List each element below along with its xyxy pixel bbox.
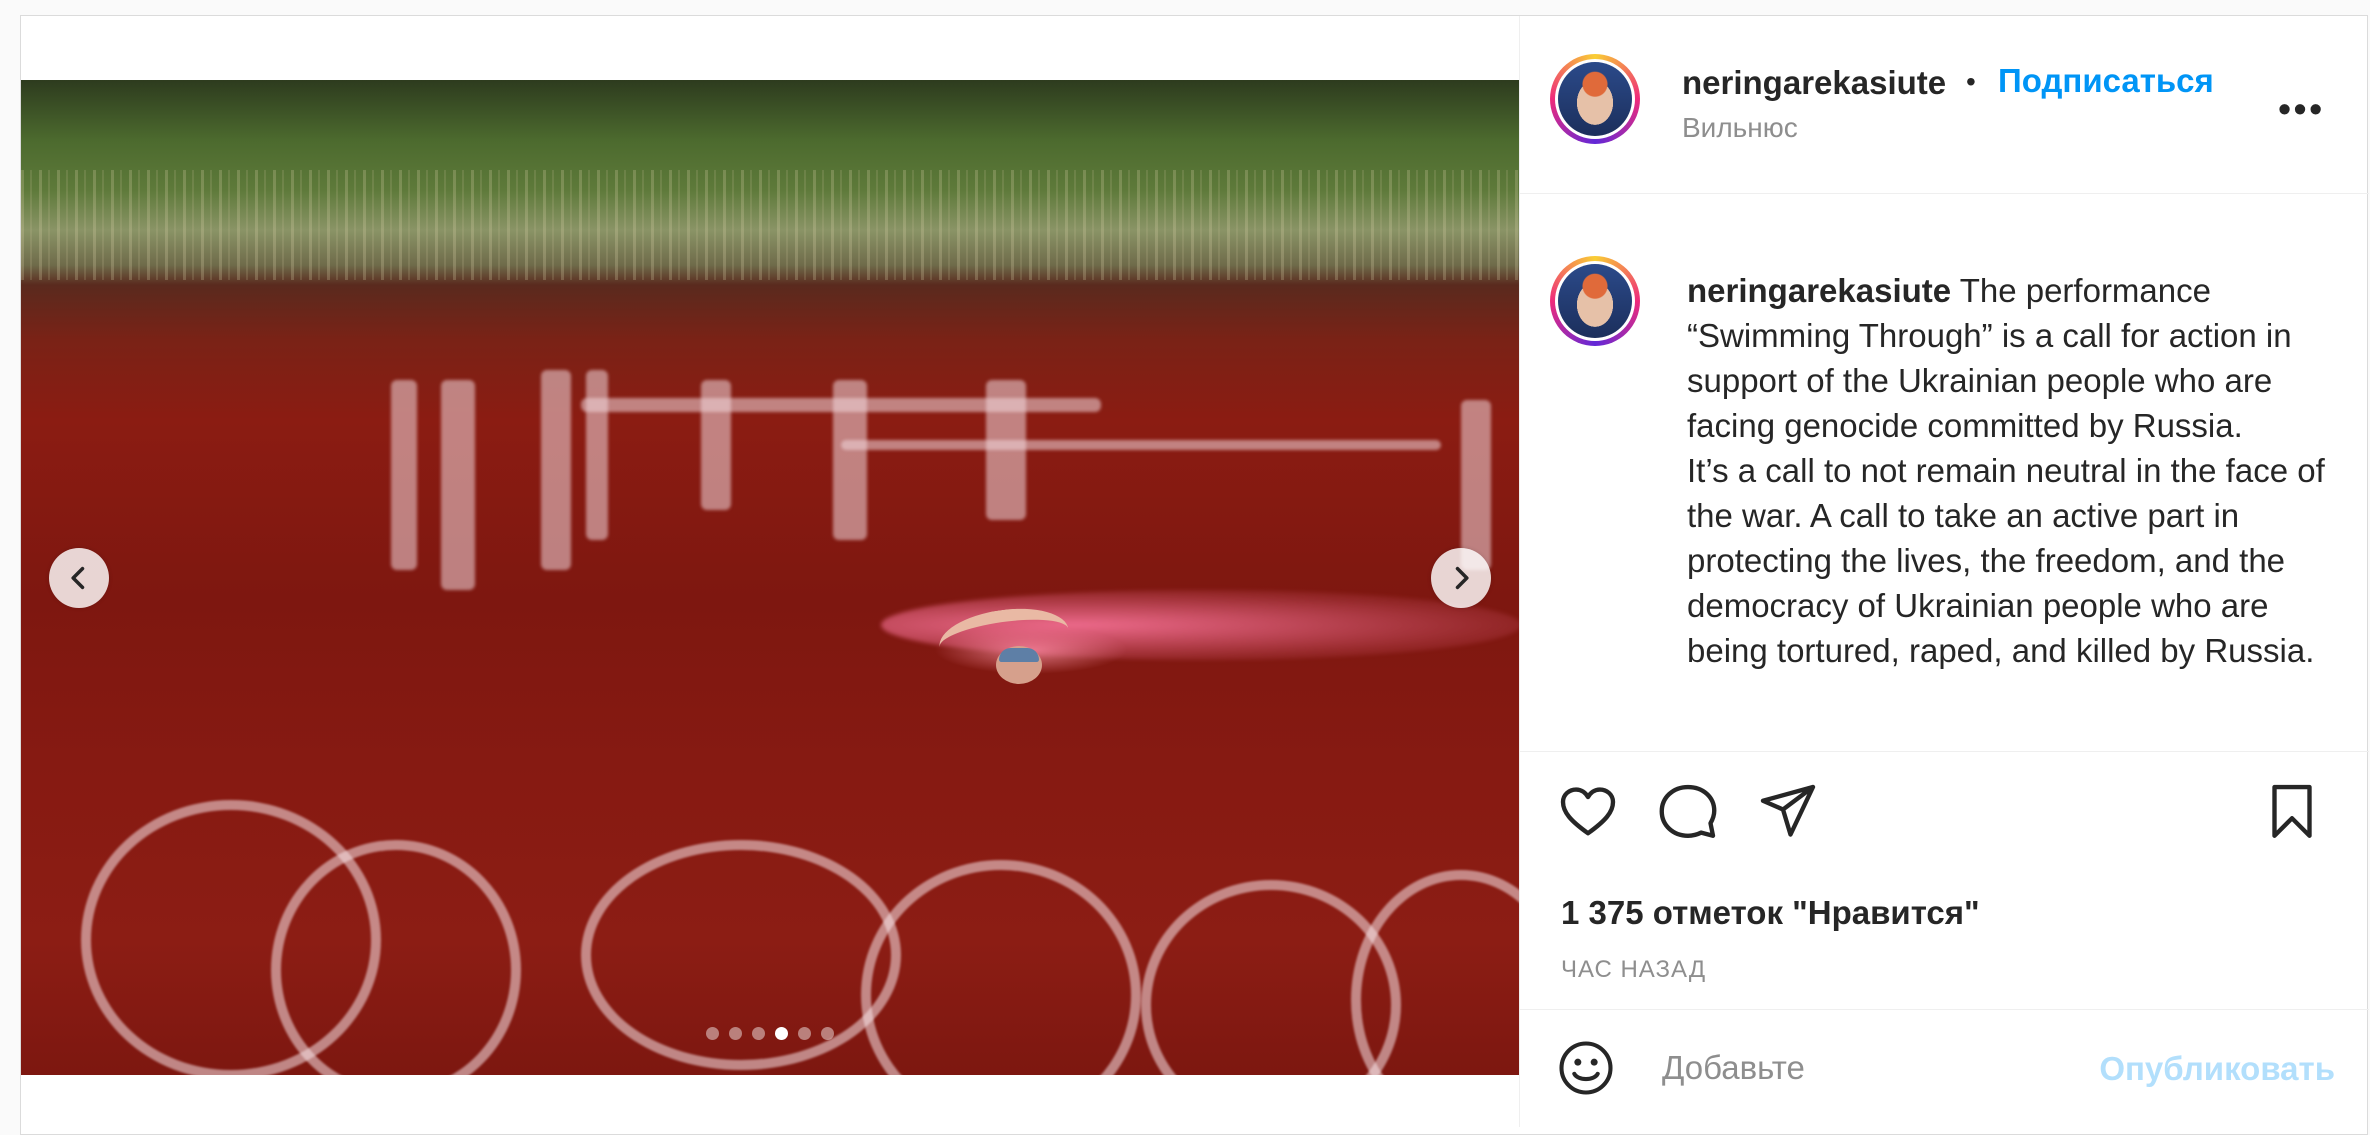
grass-texture bbox=[21, 170, 1519, 280]
publish-button[interactable]: Опубликовать bbox=[2099, 1050, 2335, 1088]
water-swirl bbox=[861, 860, 1141, 1075]
avatar[interactable] bbox=[1550, 54, 1640, 144]
pillar-reflection bbox=[586, 370, 608, 540]
carousel-dot bbox=[775, 1027, 788, 1040]
carousel-dot bbox=[798, 1027, 811, 1040]
caption-body: The performance “Swimming Through” is a … bbox=[1687, 272, 2325, 669]
post-media bbox=[21, 16, 1519, 1127]
railing-reflection bbox=[581, 398, 1101, 412]
pillar-reflection bbox=[1461, 400, 1491, 570]
carousel-next-button[interactable] bbox=[1431, 548, 1491, 608]
post-location[interactable]: Вильнюс bbox=[1682, 112, 1798, 144]
caption-area: neringarekasiute The performance “Swimmi… bbox=[1520, 194, 2369, 752]
comment-icon[interactable] bbox=[1658, 782, 1718, 842]
avatar-photo bbox=[1558, 62, 1632, 136]
chevron-right-icon bbox=[1455, 566, 1469, 590]
post-sidebar: neringarekasiute • Подписаться Вильнюс •… bbox=[1519, 16, 2369, 1127]
swimmer-cap bbox=[999, 648, 1039, 662]
carousel-prev-button[interactable] bbox=[49, 548, 109, 608]
carousel-dot bbox=[729, 1027, 742, 1040]
follow-button[interactable]: Подписаться bbox=[1998, 62, 2214, 100]
post-separator-dot: • bbox=[1966, 66, 1976, 97]
caption-text: neringarekasiute The performance “Swimmi… bbox=[1687, 268, 2327, 673]
post-username[interactable]: neringarekasiute bbox=[1682, 64, 1954, 102]
railing-reflection bbox=[841, 440, 1441, 450]
more-options-icon[interactable]: ••• bbox=[2278, 88, 2325, 130]
send-icon[interactable] bbox=[1758, 782, 1818, 842]
pillar-reflection bbox=[441, 380, 475, 590]
comment-input[interactable] bbox=[1660, 1048, 2044, 1088]
bookmark-icon[interactable] bbox=[2262, 782, 2322, 842]
post-header: neringarekasiute • Подписаться Вильнюс •… bbox=[1520, 16, 2369, 194]
post-photo bbox=[21, 80, 1519, 1075]
post-time[interactable]: ЧАС НАЗАД bbox=[1561, 956, 1706, 984]
avatar-photo bbox=[1558, 264, 1632, 338]
carousel-indicator bbox=[21, 1027, 1519, 1040]
emoji-icon[interactable] bbox=[1558, 1040, 1614, 1096]
likes-count[interactable]: 1 375 отметок "Нравится" bbox=[1561, 894, 1980, 932]
avatar-ring bbox=[1555, 261, 1635, 341]
carousel-dot bbox=[821, 1027, 834, 1040]
caption-avatar[interactable] bbox=[1550, 256, 1640, 346]
carousel-dot bbox=[752, 1027, 765, 1040]
water-swirl bbox=[1351, 870, 1519, 1075]
chevron-left-icon bbox=[71, 566, 85, 590]
post-card: neringarekasiute • Подписаться Вильнюс •… bbox=[20, 15, 2369, 1135]
pillar-reflection bbox=[541, 370, 571, 570]
caption-username[interactable]: neringarekasiute bbox=[1687, 272, 1951, 309]
post-actions bbox=[1520, 752, 2369, 882]
carousel-dot bbox=[706, 1027, 719, 1040]
avatar-ring bbox=[1555, 59, 1635, 139]
pillar-reflection bbox=[391, 380, 417, 570]
comment-bar: Опубликовать bbox=[1520, 1009, 2369, 1127]
heart-icon[interactable] bbox=[1558, 782, 1618, 842]
